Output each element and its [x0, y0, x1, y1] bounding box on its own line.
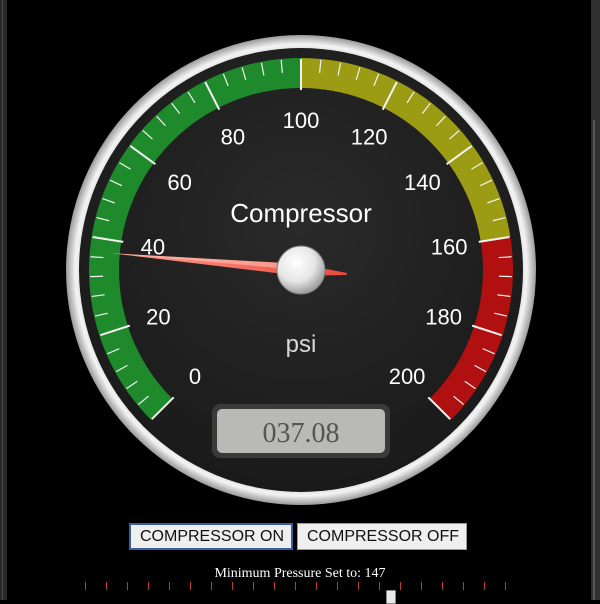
gauge-minor-tick [499, 257, 512, 258]
slider-tick [232, 582, 233, 590]
gauge-minor-tick [90, 257, 103, 258]
compressor-controls: COMPRESSOR ON COMPRESSOR OFF [129, 523, 467, 550]
slider-tick [505, 582, 506, 590]
slider-tick [421, 582, 422, 590]
slider-tick [358, 582, 359, 590]
compressor-on-button[interactable]: COMPRESSOR ON [129, 523, 293, 550]
slider-tick [169, 582, 170, 590]
readout-display: 037.08 [212, 404, 390, 458]
slider-tick [85, 582, 86, 590]
slider-tick [190, 582, 191, 590]
window-frame-left [0, 0, 7, 600]
pressure-gauge: 020406080100120140160180200 Compressor p… [65, 34, 537, 506]
readout-value: 037.08 [263, 418, 340, 449]
slider-tick [400, 582, 401, 590]
gauge-tick-label: 200 [389, 364, 426, 389]
slider-tick [484, 582, 485, 590]
slider-tick [379, 582, 380, 590]
window-frame-right [591, 0, 600, 600]
gauge-tick-label: 100 [283, 108, 320, 133]
slider-tick [253, 582, 254, 590]
slider-tick [463, 582, 464, 590]
slider-tick [211, 582, 212, 590]
gauge-tick-label: 180 [425, 304, 462, 329]
gauge-tick-label: 120 [351, 124, 388, 149]
slider-tick [316, 582, 317, 590]
pressure-slider-thumb[interactable] [386, 590, 396, 604]
slider-tick [148, 582, 149, 590]
gauge-tick-label: 20 [146, 304, 170, 329]
slider-tick [106, 582, 107, 590]
needle-hub [277, 246, 325, 294]
gauge-tick-label: 60 [167, 170, 191, 195]
gauge-title: Compressor [230, 198, 372, 228]
gauge-unit: psi [286, 331, 317, 358]
slider-tick [442, 582, 443, 590]
slider-tick [274, 582, 275, 590]
pressure-slider-ticks [85, 582, 505, 592]
gauge-tick-label: 0 [189, 364, 201, 389]
gauge-tick-label: 160 [431, 235, 468, 260]
slider-tick [295, 582, 296, 590]
minimum-pressure-label: Minimum Pressure Set to: 147 [0, 566, 600, 582]
slider-tick [337, 582, 338, 590]
gauge-tick-label: 140 [404, 170, 441, 195]
slider-tick [127, 582, 128, 590]
gauge-tick-label: 80 [221, 124, 245, 149]
compressor-off-button[interactable]: COMPRESSOR OFF [297, 523, 467, 550]
